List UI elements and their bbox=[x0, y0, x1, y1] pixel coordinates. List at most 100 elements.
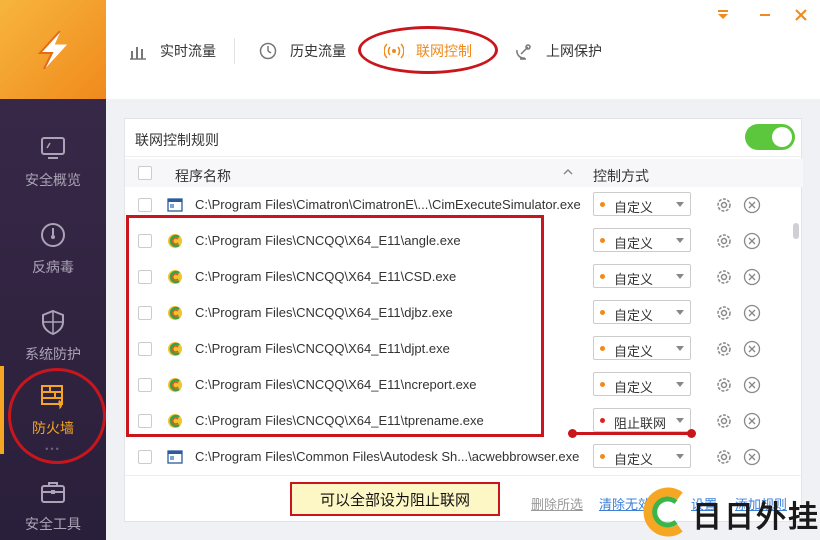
status-dot bbox=[600, 346, 605, 351]
remove-circle-icon[interactable] bbox=[743, 448, 761, 466]
control-mode-value: 自定义 bbox=[614, 236, 654, 251]
rules-enable-toggle[interactable] bbox=[745, 124, 795, 150]
annotation-underline bbox=[568, 429, 696, 438]
gear-icon[interactable] bbox=[715, 448, 733, 466]
control-mode-select[interactable]: 自定义 bbox=[593, 336, 691, 360]
sort-up-icon[interactable] bbox=[563, 167, 573, 177]
status-dot bbox=[600, 418, 605, 423]
remove-circle-icon[interactable] bbox=[743, 304, 761, 322]
remove-circle-icon[interactable] bbox=[743, 232, 761, 250]
control-mode-value: 自定义 bbox=[614, 344, 654, 359]
status-dot bbox=[600, 310, 605, 315]
toolbox-icon bbox=[41, 482, 65, 503]
panel-header: 联网控制规则 bbox=[125, 119, 803, 157]
status-dot bbox=[600, 238, 605, 243]
tab-divider bbox=[234, 38, 235, 64]
chevron-down-icon bbox=[676, 238, 684, 243]
tab-history-traffic[interactable]: 历史流量 bbox=[258, 38, 346, 64]
dropdown-menu-icon bbox=[718, 10, 728, 19]
tab-label: 实时流量 bbox=[160, 43, 216, 59]
gear-icon[interactable] bbox=[715, 232, 733, 250]
gear-icon[interactable] bbox=[715, 412, 733, 430]
control-mode-select[interactable]: 自定义 bbox=[593, 228, 691, 252]
annotation-circle-firewall bbox=[8, 368, 106, 464]
control-mode-value: 自定义 bbox=[614, 452, 654, 467]
close-icon bbox=[795, 9, 807, 21]
chevron-down-icon bbox=[676, 382, 684, 387]
gear-icon[interactable] bbox=[715, 268, 733, 286]
clock-icon bbox=[259, 42, 277, 60]
chevron-down-icon bbox=[676, 274, 684, 279]
sidebar-item-label: 安全工具 bbox=[25, 516, 81, 532]
remove-circle-icon[interactable] bbox=[743, 268, 761, 286]
gear-icon[interactable] bbox=[715, 304, 733, 322]
separator-dots: ••• bbox=[45, 180, 61, 190]
control-mode-select[interactable]: 自定义 bbox=[593, 444, 691, 468]
status-dot bbox=[600, 382, 605, 387]
menu-dropdown-button[interactable] bbox=[714, 6, 732, 24]
chevron-down-icon bbox=[676, 454, 684, 459]
remove-circle-icon[interactable] bbox=[743, 340, 761, 358]
chevron-down-icon bbox=[676, 418, 684, 423]
control-mode-value: 自定义 bbox=[614, 272, 654, 287]
control-mode-select[interactable]: 阻止联网 bbox=[593, 408, 691, 432]
minimize-icon bbox=[760, 14, 770, 16]
watermark-logo-icon bbox=[643, 487, 683, 537]
watermark-text: 日日外挂 bbox=[692, 500, 820, 535]
remove-circle-icon[interactable] bbox=[743, 376, 761, 394]
gear-icon[interactable] bbox=[715, 376, 733, 394]
table-header: 程序名称 控制方式 bbox=[125, 159, 803, 187]
separator-dots: ••• bbox=[45, 354, 61, 364]
shield-icon bbox=[42, 309, 64, 336]
separator-dots: ••• bbox=[45, 267, 61, 277]
delete-selected-link[interactable]: 删除所选 bbox=[531, 494, 583, 513]
status-dot bbox=[600, 274, 605, 279]
table-row[interactable]: C:\Program Files\Common Files\Autodesk S… bbox=[125, 439, 793, 475]
logo-icon bbox=[37, 29, 68, 69]
tab-label: 历史流量 bbox=[290, 43, 346, 59]
select-all-checkbox[interactable] bbox=[138, 166, 152, 180]
status-dot bbox=[600, 202, 605, 207]
sidebar-item-security-tools[interactable]: 安全工具 bbox=[0, 462, 106, 540]
tab-label: 上网保护 bbox=[546, 43, 602, 59]
control-mode-select[interactable]: 自定义 bbox=[593, 192, 691, 216]
column-header-control: 控制方式 bbox=[593, 168, 649, 184]
annotation-circle-tab bbox=[358, 26, 498, 74]
gauge-icon bbox=[41, 223, 65, 247]
annotation-note: 可以全部设为阻止联网 bbox=[290, 482, 500, 516]
gear-icon[interactable] bbox=[715, 196, 733, 214]
control-mode-select[interactable]: 自定义 bbox=[593, 372, 691, 396]
program-path: C:\Program Files\Common Files\Autodesk S… bbox=[195, 449, 580, 464]
monitor-icon bbox=[41, 137, 65, 159]
control-mode-value: 自定义 bbox=[614, 380, 654, 395]
control-mode-value: 自定义 bbox=[614, 200, 654, 215]
control-mode-select[interactable]: 自定义 bbox=[593, 264, 691, 288]
program-path: C:\Program Files\Cimatron\CimatronE\...\… bbox=[195, 197, 581, 212]
control-mode-select[interactable]: 自定义 bbox=[593, 300, 691, 324]
remove-circle-icon[interactable] bbox=[743, 412, 761, 430]
sidebar-item-overview[interactable]: 安全概览 bbox=[0, 118, 106, 206]
satellite-icon bbox=[516, 44, 531, 60]
tab-realtime-traffic[interactable]: 实时流量 bbox=[128, 38, 216, 64]
minimize-button[interactable] bbox=[756, 6, 774, 24]
status-dot bbox=[600, 454, 605, 459]
column-header-program[interactable]: 程序名称 bbox=[175, 166, 231, 186]
chevron-down-icon bbox=[676, 346, 684, 351]
row-checkbox[interactable] bbox=[138, 198, 152, 212]
chevron-down-icon bbox=[676, 202, 684, 207]
panel-title: 联网控制规则 bbox=[135, 132, 219, 148]
control-mode-value: 阻止联网 bbox=[614, 416, 667, 431]
watermark: 日日外挂 bbox=[640, 482, 820, 540]
row-checkbox[interactable] bbox=[138, 450, 152, 464]
gear-icon[interactable] bbox=[715, 340, 733, 358]
close-button[interactable] bbox=[792, 6, 810, 24]
tab-web-protection[interactable]: 上网保护 bbox=[514, 38, 602, 64]
app-logo bbox=[0, 0, 106, 99]
scrollbar-thumb[interactable] bbox=[793, 223, 799, 239]
annotation-box-programs bbox=[126, 215, 544, 437]
chevron-down-icon bbox=[676, 310, 684, 315]
remove-circle-icon[interactable] bbox=[743, 196, 761, 214]
sidebar-item-antivirus[interactable]: 反病毒 bbox=[0, 205, 106, 293]
window-app-icon bbox=[167, 197, 183, 213]
window-app-icon bbox=[167, 449, 183, 465]
